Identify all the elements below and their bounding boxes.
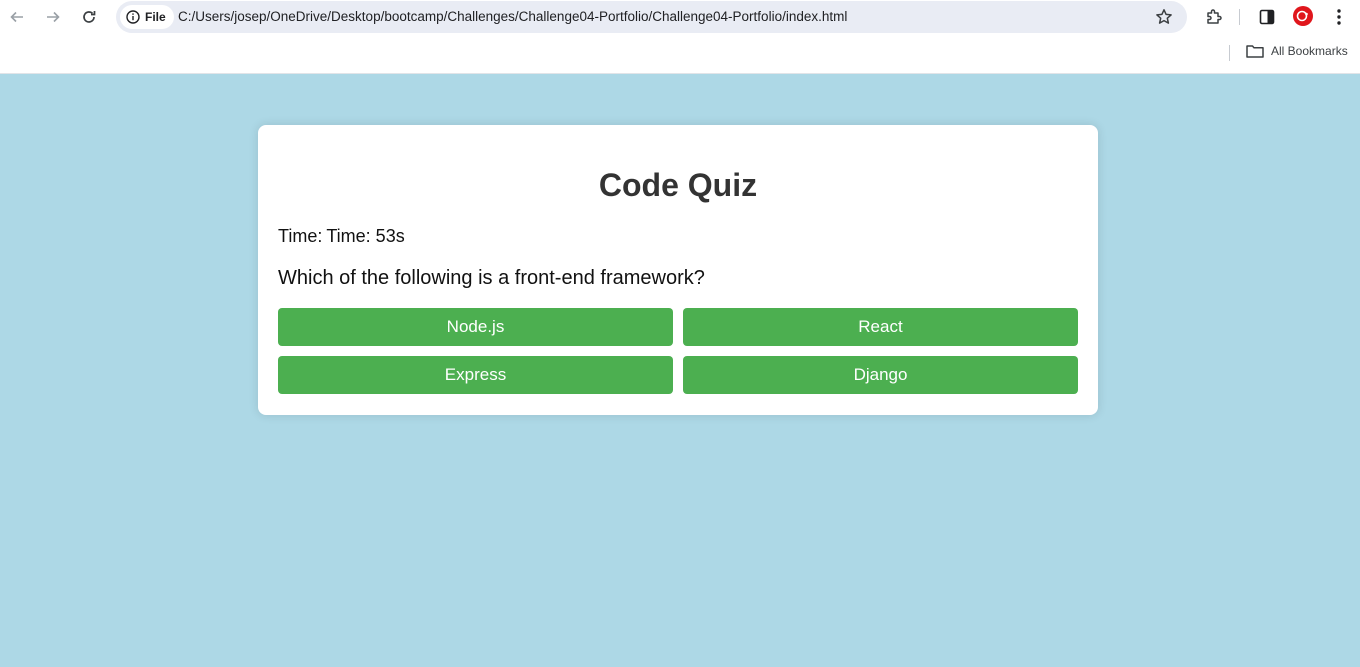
folder-icon (1246, 45, 1264, 58)
reload-button[interactable] (77, 5, 101, 29)
puzzle-icon (1207, 9, 1222, 24)
choice-button-nodejs[interactable]: Node.js (278, 308, 673, 346)
profile-avatar[interactable] (1293, 6, 1313, 26)
extensions-button[interactable] (1203, 6, 1225, 28)
star-icon[interactable] (1155, 8, 1173, 26)
bookmarks-divider (1229, 45, 1230, 61)
arrow-right-icon (47, 11, 60, 23)
toolbar-divider (1239, 9, 1240, 25)
timer-value: Time: 53s (326, 226, 405, 246)
forward-button[interactable] (41, 5, 65, 29)
timer: Time: Time: 53s (278, 225, 1078, 247)
bookmarks-label: All Bookmarks (1271, 44, 1348, 58)
site-info-label: File (145, 10, 166, 24)
profile-logo-icon (1296, 10, 1308, 22)
question-text: Which of the following is a front-end fr… (278, 267, 705, 289)
choices-grid: Node.js React Express Django (278, 308, 1078, 394)
back-button[interactable] (5, 5, 29, 29)
site-info-chip[interactable]: File (120, 5, 174, 29)
address-bar[interactable]: File C:/Users/josep/OneDrive/Desktop/boo… (116, 1, 1187, 33)
reload-icon (83, 11, 96, 23)
timer-label: Time: (278, 226, 323, 246)
all-bookmarks-button[interactable]: All Bookmarks (1246, 44, 1348, 58)
browser-toolbar: File C:/Users/josep/OneDrive/Desktop/boo… (0, 0, 1360, 74)
side-panel-icon (1259, 9, 1275, 25)
side-panel-button[interactable] (1256, 6, 1278, 28)
quiz-card: Code Quiz Time: Time: 53s Which of the fo… (258, 125, 1098, 415)
quiz-title: Code Quiz (598, 167, 758, 203)
info-icon (126, 10, 140, 24)
arrow-left-icon (10, 11, 23, 23)
menu-button[interactable] (1328, 6, 1350, 28)
more-vert-icon (1337, 9, 1341, 25)
choice-button-express[interactable]: Express (278, 356, 673, 394)
url-text[interactable]: C:/Users/josep/OneDrive/Desktop/bootcamp… (178, 9, 847, 24)
choice-button-react[interactable]: React (683, 308, 1078, 346)
choice-button-django[interactable]: Django (683, 356, 1078, 394)
